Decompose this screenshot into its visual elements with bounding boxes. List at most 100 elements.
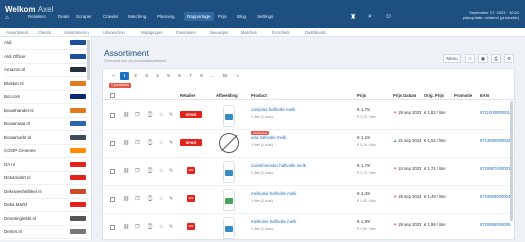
pager-next[interactable]: » [233, 72, 242, 80]
subnav-favorieten[interactable]: Favorieten [176, 30, 196, 35]
ean-link[interactable]: 8718906000004 [480, 194, 510, 199]
sidebar-item[interactable]: Aldi [4, 37, 88, 50]
nav-item-rapportage[interactable]: Rapportage [184, 12, 214, 21]
favorite-star-icon[interactable]: ☆ [159, 224, 163, 230]
copy-icon[interactable]: ❐ [135, 112, 139, 118]
th-ean[interactable]: EAN [480, 93, 489, 98]
pager-page-2[interactable]: 2 [131, 72, 140, 80]
sidebar-item[interactable]: Blokker.nl [4, 78, 88, 91]
th-orig-prijs[interactable]: Orig. Prijs [424, 93, 444, 98]
link-icon[interactable]: ⛓ [123, 196, 129, 202]
favorite-star-icon[interactable]: ☆ [159, 140, 163, 146]
sidebar-item[interactable]: Deka Markt [4, 199, 88, 212]
sidebar-item[interactable]: DA nl [4, 159, 88, 172]
th-prijs[interactable]: Prijs [357, 93, 366, 98]
nav-item-matching[interactable]: Matching [128, 14, 146, 19]
pager-page-8[interactable]: 8 [197, 72, 206, 80]
nav-item-planning[interactable]: Planning [157, 14, 175, 19]
home-icon[interactable]: ⌂ [5, 15, 9, 21]
th-promotie[interactable]: Promotie [454, 93, 472, 98]
history-icon[interactable]: ⌚ [147, 140, 153, 146]
subnav-ean[interactable]: EAN fiets [272, 30, 289, 35]
sidebar-item[interactable]: Dentrs.nl [4, 226, 88, 239]
copy-icon[interactable]: ❐ [135, 196, 139, 202]
subnav-matches[interactable]: Matches [241, 30, 257, 35]
nav-item-settings[interactable]: Settings [257, 14, 273, 19]
product-image[interactable] [223, 105, 235, 127]
subnav-clients[interactable]: Clients [38, 30, 51, 35]
row-checkbox[interactable] [110, 225, 115, 230]
th-retailer[interactable]: Retailer [180, 93, 195, 98]
nav-item-scraper[interactable]: Scraper [76, 14, 92, 19]
nav-item-prijs[interactable]: Prijs [218, 14, 227, 19]
subnav-dashboard[interactable]: Dashboard [305, 30, 326, 35]
th-product[interactable]: Product [251, 93, 267, 98]
favorite-star-icon[interactable]: ☆ [159, 168, 163, 174]
sidebar-item[interactable]: Bouwmarkt.nl [4, 132, 88, 145]
sidebar-item[interactable]: Bouwhandel.nl [4, 105, 88, 118]
edit-icon[interactable]: ✎ [169, 224, 173, 230]
edit-icon[interactable]: ✎ [169, 140, 173, 146]
nav-item-retailers[interactable]: Retailers [28, 14, 46, 19]
settings-button[interactable]: ⚙ [504, 54, 514, 63]
edit-icon[interactable]: ✎ [169, 112, 173, 118]
pager-page-5[interactable]: 5 [164, 72, 173, 80]
favorite-star-icon[interactable]: ☆ [159, 112, 163, 118]
copy-icon[interactable]: ❐ [135, 140, 139, 146]
ean-link[interactable]: 8718906000005 [480, 222, 510, 227]
sidebar-item[interactable]: Denetinglebkl.nl [4, 213, 88, 226]
sidebar-item[interactable]: Dekoweshelbkel.nl [4, 186, 88, 199]
pager-page-7[interactable]: 7 [186, 72, 195, 80]
product-name-link[interactable]: zuivelmeester halfvolle melk [251, 163, 306, 168]
row-checkbox[interactable] [110, 113, 115, 118]
subnav-uitvoer[interactable]: Uitvoerclein [103, 30, 125, 35]
th-prijs-datum[interactable]: Prijs Datum [393, 93, 416, 98]
save-button[interactable]: ▣ [478, 54, 488, 63]
sidebar-item[interactable]: Bouwmaat.nl [4, 118, 88, 131]
product-name-link[interactable]: campina halfvolle melk [251, 107, 295, 112]
copy-icon[interactable]: ❐ [135, 168, 139, 174]
sidebar-item[interactable]: Dekamarkt.nl [4, 172, 88, 185]
link-icon[interactable]: ⛓ [123, 224, 129, 230]
sidebar-item[interactable]: Bol.com [4, 91, 88, 104]
history-icon[interactable]: ⌚ [147, 196, 153, 202]
copy-icon[interactable]: ❐ [135, 224, 139, 230]
subnav-assortiment-v[interactable]: Assortiment v [64, 30, 89, 35]
subnav-assortiment[interactable]: Assortiment [6, 30, 28, 35]
history-icon[interactable]: ⌚ [147, 168, 153, 174]
row-checkbox[interactable] [110, 141, 115, 146]
sidebar-scrollbar[interactable] [87, 40, 90, 80]
pager-page-4[interactable]: 4 [153, 72, 162, 80]
product-image[interactable] [223, 189, 235, 211]
edit-icon[interactable]: ✎ [169, 196, 173, 202]
sidebar-item[interactable]: Amazon.nl [4, 64, 88, 77]
table-scrollbar[interactable] [510, 101, 513, 221]
subnav-nieuwtjes[interactable]: Nieuwtjes [210, 30, 228, 35]
nav-item-blog[interactable]: Blog [237, 14, 246, 19]
product-image[interactable] [223, 161, 235, 183]
product-name-link[interactable]: arla halfvolle melk [251, 135, 286, 140]
pager-page-1[interactable]: 1 [120, 72, 129, 80]
link-icon[interactable]: ⛓ [123, 112, 129, 118]
product-name-link[interactable]: melkunie halfvolle melk [251, 219, 296, 224]
sidebar-item[interactable]: COOP Groenes [4, 145, 88, 158]
link-icon[interactable]: ⛓ [123, 168, 129, 174]
search-icon[interactable]: ⌕ [368, 13, 372, 21]
edit-icon[interactable]: ✎ [169, 168, 173, 174]
link-icon[interactable]: ⛓ [123, 140, 129, 146]
select-all-checkbox[interactable] [110, 93, 115, 98]
pager-page-last[interactable]: 92 [219, 72, 231, 80]
history-icon[interactable]: ⌚ [147, 112, 153, 118]
pager-page-3[interactable]: 3 [142, 72, 151, 80]
row-checkbox[interactable] [110, 169, 115, 174]
subnav-wijzigingen[interactable]: Wijzigingen [141, 30, 162, 35]
menu-button[interactable]: Menu [443, 54, 461, 63]
sidebar-item[interactable]: Aldi Officer [4, 51, 88, 64]
ean-link[interactable]: 8711000000001 [480, 110, 510, 115]
user-admin-icon[interactable]: ♜ [350, 13, 356, 21]
favorite-star-icon[interactable]: ☆ [159, 196, 163, 202]
ean-link[interactable]: 8718907400003 [480, 166, 510, 171]
history-icon[interactable]: ⌚ [147, 224, 153, 230]
pager-page-6[interactable]: 6 [175, 72, 184, 80]
tag-button[interactable]: ◇ [465, 54, 475, 63]
